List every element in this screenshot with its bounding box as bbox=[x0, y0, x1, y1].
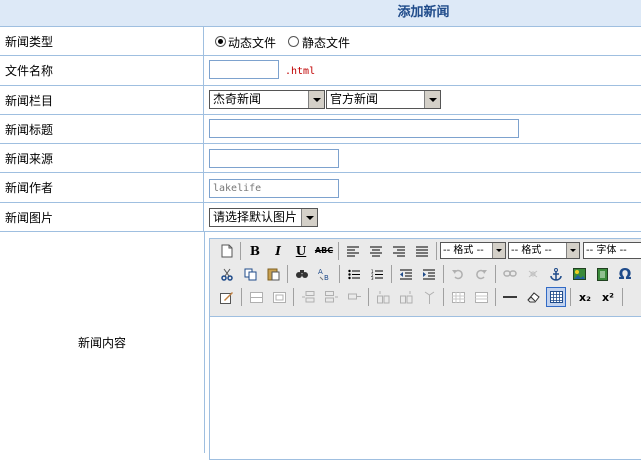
find-icon[interactable] bbox=[292, 264, 312, 284]
font-select[interactable]: -- 字体 -- bbox=[583, 242, 641, 259]
table-col-icon[interactable] bbox=[269, 287, 289, 307]
svg-text:3: 3 bbox=[371, 276, 374, 280]
strikethrough-icon[interactable]: ABC bbox=[314, 241, 334, 261]
image-icon[interactable] bbox=[569, 264, 589, 284]
link-icon[interactable] bbox=[500, 264, 520, 284]
form-header: 添加新闻 bbox=[0, 0, 641, 27]
row-news-image: 新闻图片 请选择默认图片 bbox=[0, 203, 641, 232]
radio-static-file-label: 静态文件 bbox=[302, 36, 351, 50]
paste-icon[interactable] bbox=[263, 264, 283, 284]
chevron-down-icon bbox=[492, 243, 505, 258]
replace-icon[interactable]: AB bbox=[315, 264, 335, 284]
align-justify-icon[interactable] bbox=[412, 241, 432, 261]
radio-dynamic-file-label: 动态文件 bbox=[228, 36, 277, 50]
row-news-title: 新闻标题 bbox=[0, 115, 641, 144]
outdent-icon[interactable] bbox=[396, 264, 416, 284]
svg-text:A: A bbox=[318, 268, 323, 276]
editor-content-area[interactable] bbox=[210, 317, 641, 459]
merge-cells-icon[interactable] bbox=[448, 287, 468, 307]
news-subcolumn-select[interactable]: 官方新闻 bbox=[326, 90, 441, 109]
chevron-down-icon bbox=[424, 91, 440, 108]
news-source-input[interactable] bbox=[209, 149, 339, 168]
copy-icon[interactable] bbox=[240, 264, 260, 284]
italic-icon[interactable]: I bbox=[268, 241, 288, 261]
insert-col-after-icon[interactable] bbox=[396, 287, 416, 307]
insert-row-after-icon[interactable] bbox=[321, 287, 341, 307]
news-type-label: 新闻类型 bbox=[0, 27, 204, 55]
row-news-content: 新闻内容 B I U ABC -- 格式 -- -- 格式 -- -- 字体 -… bbox=[0, 232, 641, 460]
news-image-label: 新闻图片 bbox=[0, 203, 204, 231]
add-news-form: 添加新闻 新闻类型 动态文件 静态文件 文件名称 .html 新闻栏目 杰奇新闻… bbox=[0, 0, 641, 460]
chevron-down-icon bbox=[566, 243, 579, 258]
unordered-list-icon[interactable] bbox=[344, 264, 364, 284]
align-center-icon[interactable] bbox=[366, 241, 386, 261]
delete-col-icon[interactable] bbox=[419, 287, 439, 307]
page-title: 添加新闻 bbox=[397, 5, 450, 20]
format-select-1[interactable]: -- 格式 -- bbox=[440, 242, 506, 259]
row-news-column: 新闻栏目 杰奇新闻 官方新闻 bbox=[0, 86, 641, 115]
redo-icon[interactable] bbox=[471, 264, 491, 284]
table-icon[interactable] bbox=[546, 287, 566, 307]
news-author-input[interactable] bbox=[209, 179, 339, 198]
delete-row-icon[interactable] bbox=[344, 287, 364, 307]
media-icon[interactable] bbox=[592, 264, 612, 284]
cut-icon[interactable] bbox=[217, 264, 237, 284]
row-news-source: 新闻来源 bbox=[0, 144, 641, 173]
align-left-icon[interactable] bbox=[343, 241, 363, 261]
row-file-name: 文件名称 .html bbox=[0, 56, 641, 86]
news-source-label: 新闻来源 bbox=[0, 144, 204, 172]
bold-icon[interactable]: B bbox=[245, 241, 265, 261]
superscript-icon[interactable]: x² bbox=[598, 287, 618, 307]
insert-col-before-icon[interactable] bbox=[373, 287, 393, 307]
file-name-label: 文件名称 bbox=[0, 56, 204, 85]
svg-text:B: B bbox=[324, 274, 329, 281]
anchor-icon[interactable] bbox=[546, 264, 566, 284]
table-row-icon[interactable] bbox=[246, 287, 266, 307]
editor-toolbar: B I U ABC -- 格式 -- -- 格式 -- -- 字体 -- A B… bbox=[210, 239, 641, 317]
radio-dynamic-file[interactable] bbox=[215, 36, 226, 47]
edit-source-icon[interactable] bbox=[217, 287, 237, 307]
news-content-label: 新闻内容 bbox=[0, 232, 205, 453]
unlink-icon[interactable] bbox=[523, 264, 543, 284]
news-column-select[interactable]: 杰奇新闻 bbox=[209, 90, 325, 109]
new-document-icon[interactable] bbox=[217, 241, 237, 261]
format-select-2[interactable]: -- 格式 -- bbox=[508, 242, 580, 259]
row-news-type: 新闻类型 动态文件 静态文件 bbox=[0, 27, 641, 56]
undo-icon[interactable] bbox=[448, 264, 468, 284]
chevron-down-icon bbox=[301, 209, 317, 226]
news-image-select[interactable]: 请选择默认图片 bbox=[209, 208, 318, 227]
file-name-input[interactable] bbox=[209, 60, 279, 79]
file-extension: .html bbox=[285, 66, 316, 77]
ordered-list-icon[interactable]: 123 bbox=[367, 264, 387, 284]
insert-row-before-icon[interactable] bbox=[298, 287, 318, 307]
news-author-label: 新闻作者 bbox=[0, 173, 204, 202]
rich-text-editor: B I U ABC -- 格式 -- -- 格式 -- -- 字体 -- A B… bbox=[209, 238, 641, 460]
special-char-icon[interactable]: Ω bbox=[615, 264, 635, 284]
news-title-label: 新闻标题 bbox=[0, 115, 204, 143]
row-news-author: 新闻作者 bbox=[0, 173, 641, 203]
subscript-icon[interactable]: x₂ bbox=[575, 287, 595, 307]
align-right-icon[interactable] bbox=[389, 241, 409, 261]
split-cells-icon[interactable] bbox=[471, 287, 491, 307]
underline-icon[interactable]: U bbox=[291, 241, 311, 261]
chevron-down-icon bbox=[308, 91, 324, 108]
news-title-input[interactable] bbox=[209, 119, 519, 138]
radio-static-file[interactable] bbox=[288, 36, 299, 47]
horizontal-rule-icon[interactable] bbox=[500, 287, 520, 307]
news-column-label: 新闻栏目 bbox=[0, 86, 204, 114]
indent-icon[interactable] bbox=[419, 264, 439, 284]
eraser-icon[interactable] bbox=[523, 287, 543, 307]
